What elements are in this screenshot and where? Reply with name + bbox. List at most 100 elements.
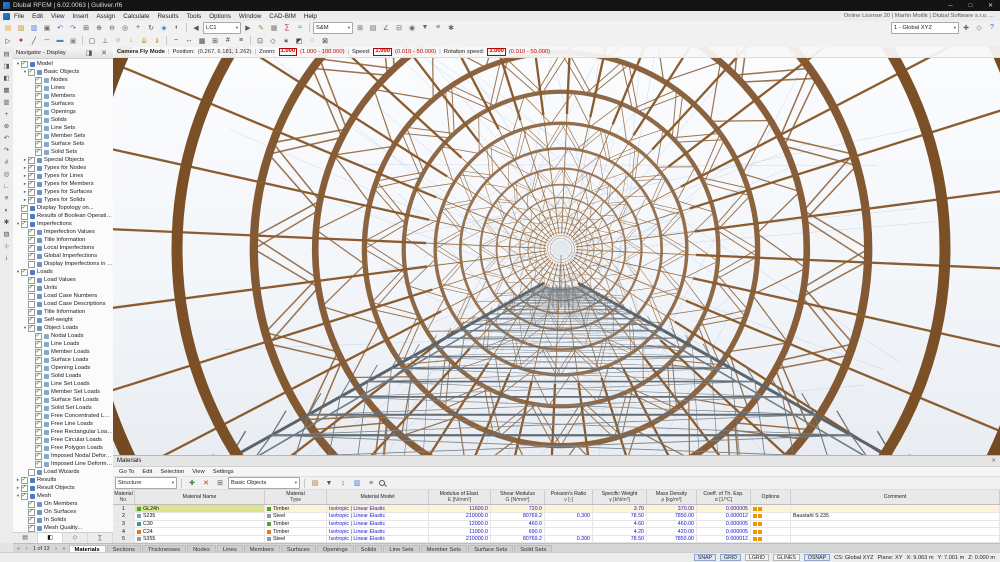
row-number-cell[interactable]: 3 (113, 520, 135, 528)
tree-item-units[interactable]: Units (13, 284, 113, 292)
work-plane-icon[interactable]: ◇ (267, 36, 279, 46)
tree-item-results[interactable]: ▸Results (13, 476, 113, 484)
value-cell-e[interactable]: 210000.0 (429, 513, 491, 520)
tree-item-solid-loads[interactable]: Solid Loads (13, 372, 113, 380)
guide-lines-icon[interactable]: ≡ (432, 23, 444, 33)
next-view-icon[interactable]: ↷ (1, 145, 12, 155)
tree-item-free-rectangular-loads[interactable]: Free Rectangular Loads (13, 428, 113, 436)
measure-icon[interactable]: ∠ (380, 23, 392, 33)
tree-item-basic-objects[interactable]: ▾Basic Objects (13, 68, 113, 76)
visibility-checkbox[interactable] (35, 380, 42, 388)
value-cell-ga[interactable]: 3.70 (593, 505, 647, 513)
table-settings-icon[interactable]: ≡ (365, 478, 377, 488)
visibility-checkbox[interactable] (21, 212, 28, 220)
tree-item-on-members[interactable]: On Members (13, 500, 113, 508)
visibility-checkbox[interactable] (28, 236, 35, 244)
tree-item-global-imperfections[interactable]: Global Imperfections (13, 252, 113, 260)
minimize-button[interactable]: ─ (944, 3, 957, 9)
zoom-out-icon[interactable]: ⊖ (106, 23, 118, 33)
snap-toggle-snap[interactable]: SNAP (693, 554, 717, 561)
visibility-checkbox[interactable] (35, 404, 42, 412)
tree-item-free-concentrated-loads[interactable]: Free Concentrated Loads (13, 412, 113, 420)
material-type-cell[interactable]: Timber (265, 528, 327, 535)
visibility-checkbox[interactable] (21, 476, 28, 484)
material-type-cell[interactable]: Timber (265, 520, 327, 528)
close-icon[interactable]: ✕ (98, 48, 110, 58)
tree-item-openings[interactable]: Openings (13, 108, 113, 116)
visibility-checkbox[interactable] (28, 508, 35, 516)
tree-item-surfaces[interactable]: Surfaces (13, 100, 113, 108)
sort-icon[interactable]: ↕ (337, 478, 349, 488)
visibility-checkbox[interactable] (28, 68, 35, 76)
menu-help[interactable]: Help (300, 13, 321, 20)
value-cell-nu[interactable]: 0.300 (545, 535, 593, 543)
navigator-tab-views[interactable]: ◇ (63, 533, 88, 543)
print-graphic-icon[interactable]: ▣ (41, 23, 53, 33)
column-header-options[interactable]: Options (751, 490, 791, 505)
value-cell-rh[interactable]: 7850.00 (647, 513, 697, 520)
tree-item-load-wizards[interactable]: Load Wizards (13, 468, 113, 476)
material-name-cell[interactable]: C24 (135, 528, 265, 535)
rotation-speed-value[interactable]: 1.000 (487, 48, 506, 56)
search-icon[interactable] (379, 479, 386, 487)
coordinate-system-combo[interactable]: 1 - Global XYZ ▾ (891, 21, 959, 34)
clipping-box-icon[interactable]: ⊡ (254, 36, 266, 46)
tree-item-surface-sets[interactable]: Surface Sets (13, 140, 113, 148)
tree-item-line-set-loads[interactable]: Line Set Loads (13, 380, 113, 388)
views-navigator-icon[interactable]: ◧ (1, 73, 12, 83)
value-cell-ga[interactable]: 4.20 (593, 528, 647, 535)
close-button[interactable]: ✕ (984, 2, 997, 9)
dock-icon[interactable]: ◨ (83, 48, 95, 58)
visibility-checkbox[interactable] (35, 420, 42, 428)
comment-cell[interactable] (791, 535, 1000, 543)
rotate-view-icon[interactable]: ↻ (145, 23, 157, 33)
tree-item-nodes[interactable]: Nodes (13, 76, 113, 84)
visibility-checkbox[interactable] (35, 388, 42, 396)
tree-item-load-values[interactable]: Load Values (13, 276, 113, 284)
visibility-checkbox[interactable] (35, 340, 42, 348)
light-icon[interactable]: ✱ (1, 217, 12, 227)
visibility-checkbox[interactable] (35, 148, 42, 156)
ortho-icon[interactable]: ∟ (1, 181, 12, 191)
panel-menu-edit[interactable]: Edit (138, 469, 156, 475)
navigator-tab-display[interactable]: ◧ (38, 533, 63, 543)
menu-calculate[interactable]: Calculate (119, 13, 153, 20)
material-model-cell[interactable]: Isotropic | Linear Elastic (327, 513, 429, 520)
tree-item-member-set-loads[interactable]: Member Set Loads (13, 388, 113, 396)
data-navigator-icon[interactable]: ▤ (1, 49, 12, 59)
visibility-checkbox[interactable] (21, 204, 28, 212)
menu-edit[interactable]: Edit (28, 13, 47, 20)
material-type-cell[interactable]: Steel (265, 535, 327, 543)
visibility-checkbox[interactable] (35, 76, 42, 84)
column-header-poisson-s-ratio[interactable]: Poisson's Ratio ν [-] (545, 490, 593, 505)
column-header-material-no[interactable]: Material No. (113, 490, 135, 505)
comment-cell[interactable] (791, 505, 1000, 513)
isometric-view-icon[interactable]: ◈ (158, 23, 170, 33)
previous-view-icon[interactable]: ↶ (1, 133, 12, 143)
axes-icon[interactable]: ⊹ (1, 241, 12, 251)
visibility-checkbox[interactable] (35, 100, 42, 108)
tree-item-types-for-solids[interactable]: ▸Types for Solids (13, 196, 113, 204)
row-number-cell[interactable]: 5 (113, 535, 135, 543)
next-load-case-icon[interactable]: ▶ (242, 23, 254, 33)
material-library-icon[interactable]: ▤ (309, 478, 321, 488)
pan-icon[interactable]: + (1, 109, 12, 119)
snap-toggle-lgrid[interactable]: LGRID (745, 554, 769, 561)
insert-surface-icon[interactable]: ▬ (54, 36, 66, 46)
value-cell-g[interactable]: 720.0 (491, 505, 545, 513)
tree-item-types-for-lines[interactable]: ▸Types for Lines (13, 172, 113, 180)
value-cell-al[interactable]: 0.000012 (697, 535, 751, 543)
tree-item-solids[interactable]: Solids (13, 116, 113, 124)
comment-cell[interactable] (791, 528, 1000, 535)
snap-settings-icon[interactable]: ∗ (280, 36, 292, 46)
value-cell-e[interactable]: 210000.0 (429, 535, 491, 543)
material-model-cell[interactable]: Isotropic | Linear Elastic (327, 535, 429, 543)
previous-load-case-icon[interactable]: ◀ (190, 23, 202, 33)
redo-icon[interactable]: ↷ (67, 23, 79, 33)
snap-toggle-glines[interactable]: GLINES (772, 554, 800, 561)
structure-combo[interactable]: Structure ▾ (115, 477, 177, 489)
object-filter-combo[interactable]: Basic Objects ▾ (228, 477, 300, 489)
value-cell-g[interactable]: 690.0 (491, 528, 545, 535)
tree-item-surface-set-loads[interactable]: Surface Set Loads (13, 396, 113, 404)
material-model-cell[interactable]: Isotropic | Linear Elastic (327, 528, 429, 535)
